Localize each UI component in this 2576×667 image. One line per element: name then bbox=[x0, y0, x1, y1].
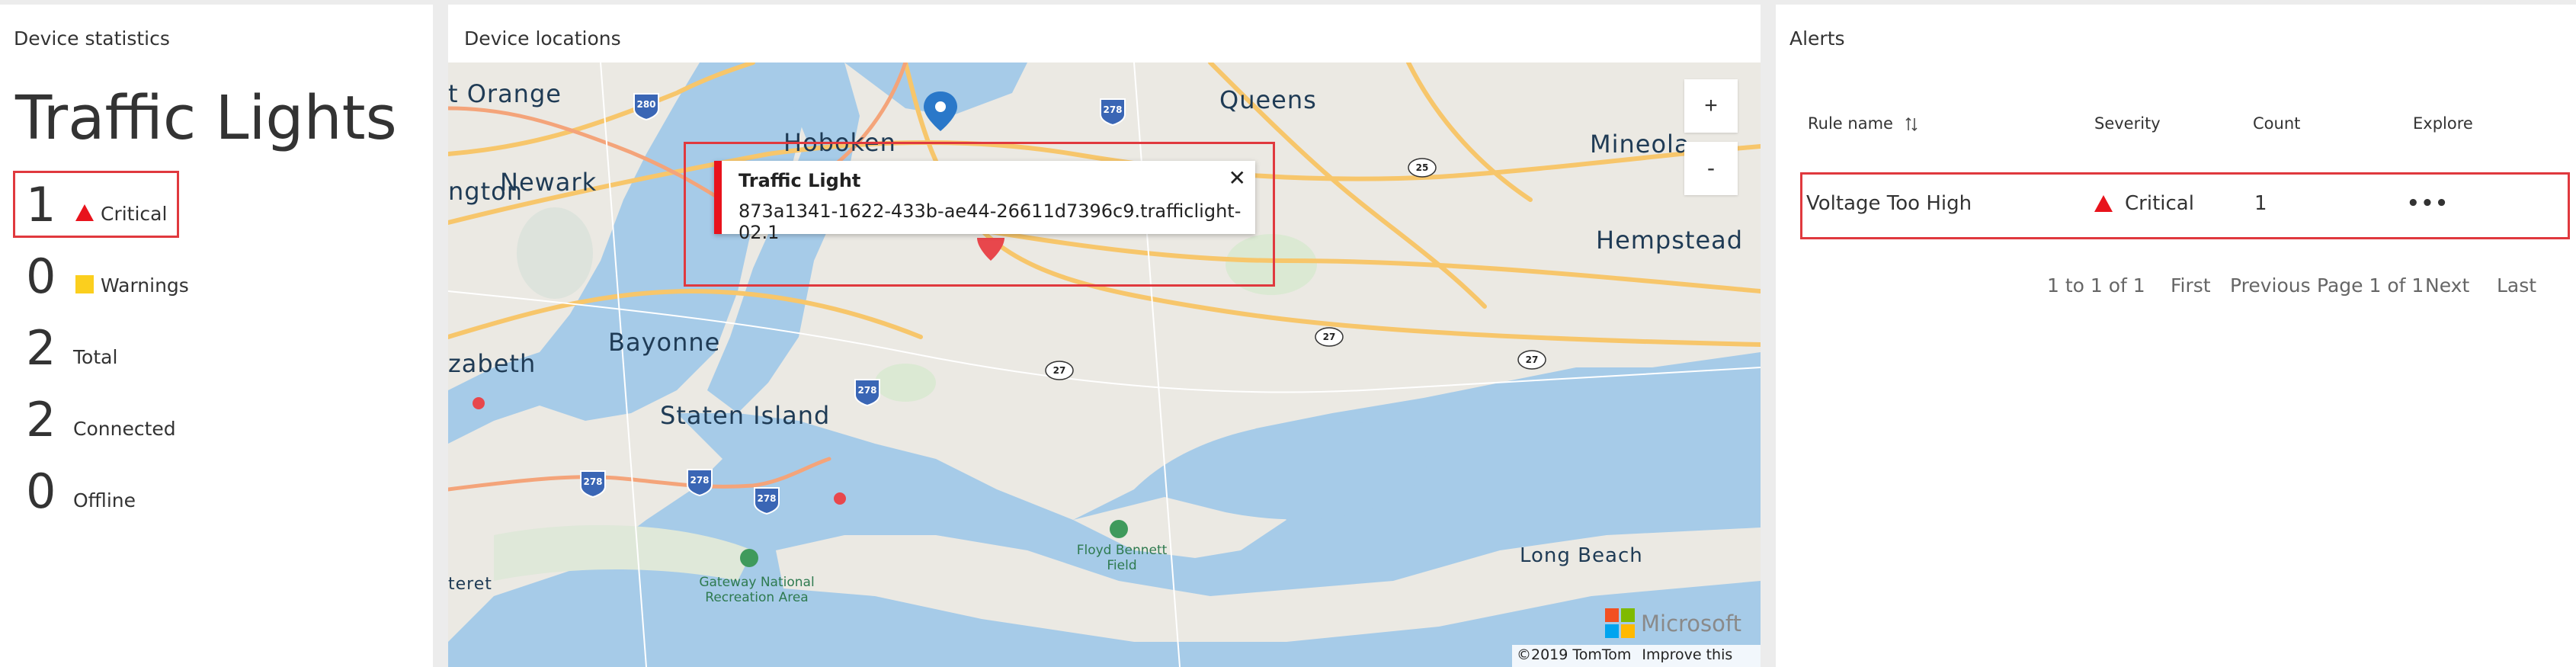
alert-severity: Critical bbox=[2094, 192, 2194, 215]
column-header-count[interactable]: Count bbox=[2253, 114, 2300, 133]
stat-warnings[interactable]: 0 Warnings bbox=[26, 242, 189, 311]
map-label: Mineola bbox=[1590, 130, 1690, 159]
stat-count: 2 bbox=[26, 392, 56, 447]
svg-text:278: 278 bbox=[690, 475, 709, 486]
stat-label: Warnings bbox=[101, 274, 189, 297]
alerts-panel: Alerts Rule name Severity Count Explore … bbox=[1776, 5, 2576, 667]
panel-title: Device statistics bbox=[14, 27, 170, 50]
alert-count: 1 bbox=[2254, 192, 2267, 215]
severity-label: Critical bbox=[2125, 192, 2194, 215]
alert-rule-name[interactable]: Voltage Too High bbox=[1806, 192, 1972, 215]
pager-first[interactable]: First bbox=[2171, 274, 2211, 297]
svg-text:27: 27 bbox=[1053, 365, 1066, 376]
map-label: Queens bbox=[1219, 85, 1317, 114]
close-icon[interactable]: ✕ bbox=[1229, 165, 1246, 191]
map-label: t Orange bbox=[448, 79, 562, 108]
microsoft-grid-icon bbox=[1605, 608, 1635, 638]
pager-last[interactable]: Last bbox=[2497, 274, 2536, 297]
stat-count: 0 bbox=[26, 463, 56, 519]
popup-title: Traffic Light bbox=[739, 170, 861, 191]
map-canvas[interactable]: 280 278 278 278 278 278 25 27 27 27 t Or… bbox=[448, 63, 1761, 667]
map-label: Hempstead bbox=[1596, 226, 1744, 255]
svg-text:27: 27 bbox=[1323, 332, 1336, 342]
pager-previous[interactable]: Previous bbox=[2230, 274, 2311, 297]
column-header-rule[interactable]: Rule name bbox=[1808, 114, 1918, 133]
column-label: Rule name bbox=[1808, 114, 1893, 133]
stat-label: Connected bbox=[73, 417, 176, 440]
stat-count: 2 bbox=[26, 320, 56, 376]
stat-critical[interactable]: 1 Critical bbox=[26, 171, 167, 239]
svg-text:278: 278 bbox=[857, 385, 876, 396]
device-type-heading: Traffic Lights bbox=[15, 83, 397, 153]
explore-more-icon[interactable]: ••• bbox=[2407, 192, 2449, 215]
zoom-in-button[interactable]: + bbox=[1684, 79, 1738, 133]
map-attribution: ©2019 TomTomImprove this map bbox=[1512, 645, 1761, 667]
svg-text:25: 25 bbox=[1416, 162, 1429, 173]
stat-total[interactable]: 2 Total bbox=[26, 314, 117, 383]
pager-next[interactable]: Next bbox=[2425, 274, 2469, 297]
microsoft-logo: Microsoft bbox=[1605, 608, 1741, 638]
critical-triangle-icon bbox=[2094, 195, 2113, 212]
svg-text:280: 280 bbox=[636, 99, 655, 110]
stat-label: Total bbox=[73, 345, 118, 368]
popup-device-id: 873a1341-1622-433b-ae44-26611d7396c9.tra… bbox=[739, 200, 1242, 243]
map-label: teret bbox=[448, 575, 492, 594]
svg-text:27: 27 bbox=[1526, 354, 1539, 365]
critical-triangle-icon bbox=[75, 204, 94, 221]
svg-text:278: 278 bbox=[757, 493, 776, 504]
map-label: zabeth bbox=[448, 349, 537, 378]
svg-text:278: 278 bbox=[583, 476, 602, 487]
map-label: Gateway National Recreation Area bbox=[699, 575, 815, 606]
stat-label: Offline bbox=[73, 489, 136, 511]
zoom-out-button[interactable]: - bbox=[1684, 142, 1738, 195]
stat-connected[interactable]: 2 Connected bbox=[26, 386, 176, 454]
stat-count: 0 bbox=[26, 249, 56, 304]
warning-square-icon bbox=[75, 275, 94, 293]
svg-text:278: 278 bbox=[1103, 104, 1122, 115]
sort-icon[interactable] bbox=[1905, 117, 1918, 132]
map-label: Bayonne bbox=[608, 328, 721, 357]
pager-range: 1 to 1 of 1 bbox=[2047, 274, 2145, 297]
stat-offline[interactable]: 0 Offline bbox=[26, 457, 136, 526]
column-header-severity[interactable]: Severity bbox=[2094, 114, 2161, 133]
device-popup: Traffic Light 873a1341-1622-433b-ae44-26… bbox=[714, 161, 1255, 243]
pager-page: Page 1 of 1 bbox=[2317, 274, 2424, 297]
device-locations-panel: Device locations 280 278 278 278 278 278… bbox=[448, 5, 1761, 667]
map-label: ngton bbox=[448, 177, 523, 206]
stat-label: Critical bbox=[101, 202, 168, 225]
panel-title: Alerts bbox=[1789, 27, 1845, 50]
map-label: Long Beach bbox=[1520, 544, 1643, 567]
stat-count: 1 bbox=[26, 177, 56, 232]
panel-title: Device locations bbox=[464, 27, 621, 50]
column-header-explore: Explore bbox=[2413, 114, 2473, 133]
brand-text: Microsoft bbox=[1641, 610, 1741, 637]
copyright-text: ©2019 TomTom bbox=[1517, 646, 1632, 663]
map-label: Staten Island bbox=[660, 401, 831, 430]
device-statistics-panel: Device statistics Traffic Lights 1 Criti… bbox=[0, 5, 433, 667]
map-label: Floyd Bennett Field bbox=[1076, 543, 1168, 574]
